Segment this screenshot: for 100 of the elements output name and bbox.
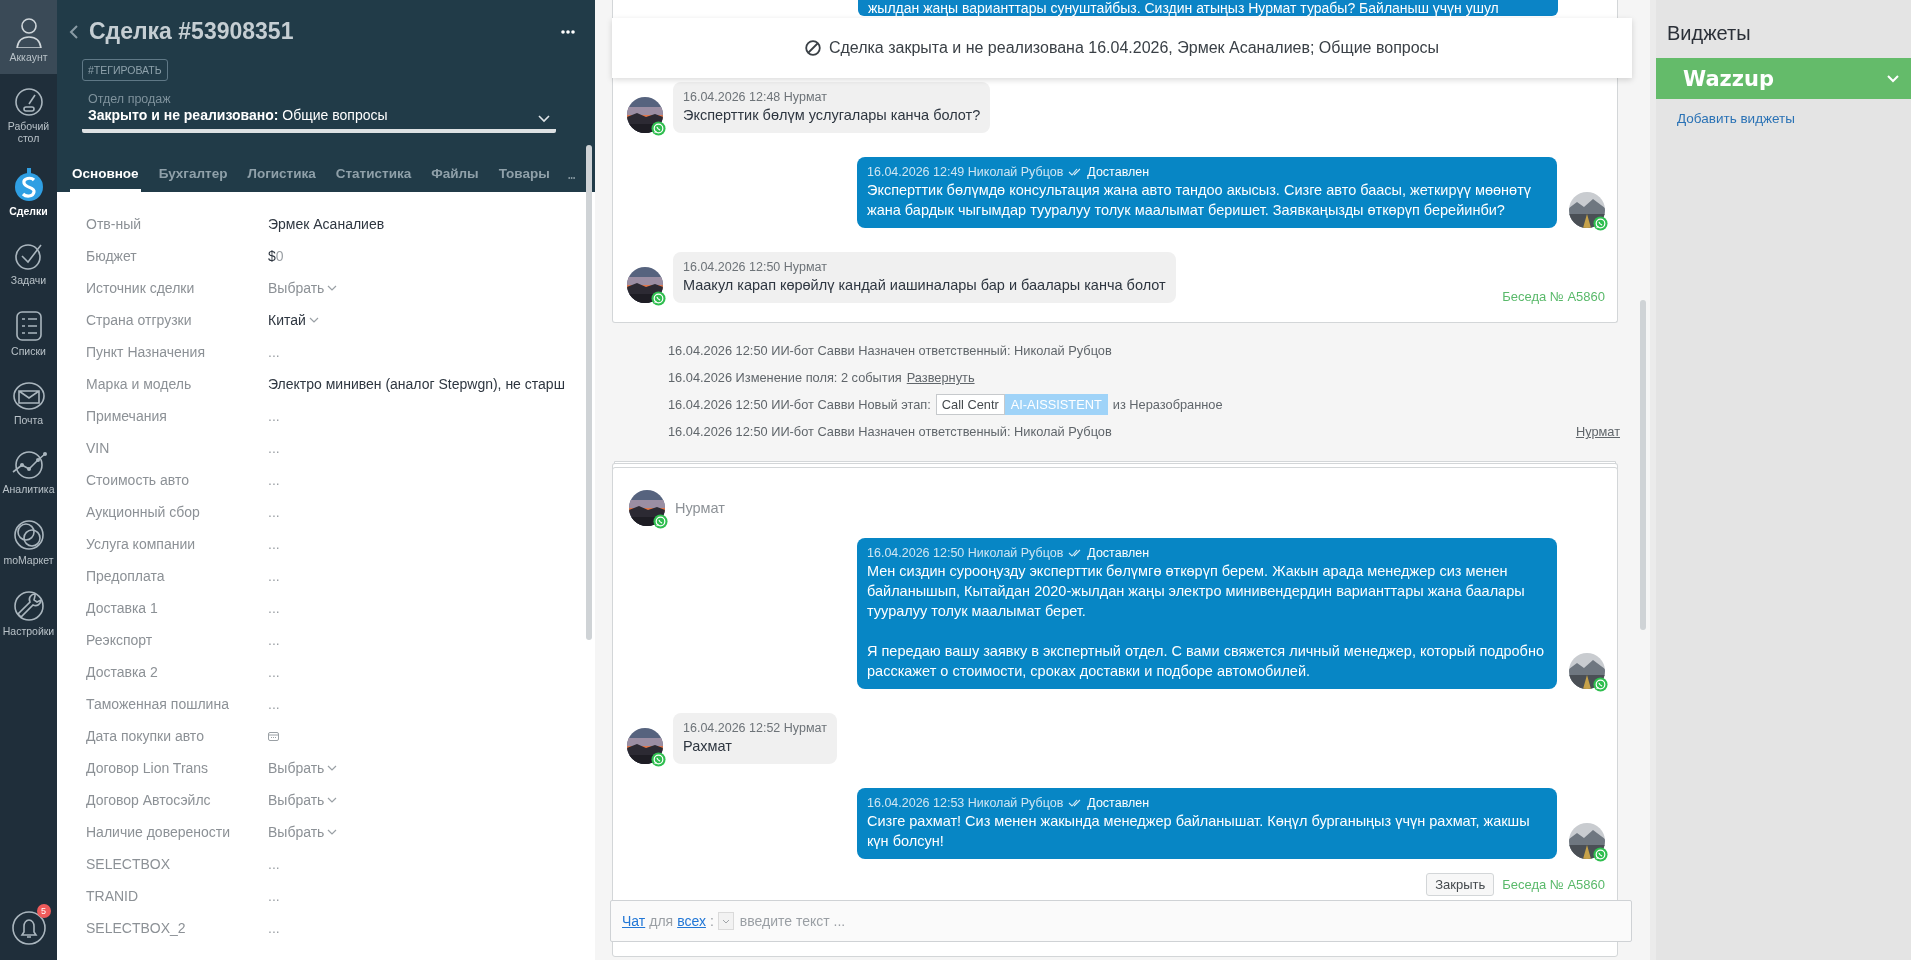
calendar-icon[interactable] bbox=[268, 731, 279, 741]
deal-title: Сделка #53908351 bbox=[89, 18, 295, 45]
field-label: Бюджет bbox=[86, 248, 138, 264]
message-text: Сизге рахмат! Сиз менен жакында менеджер байланышат. Көңүл бурганыңыз үчүн рахмат, жакшы күн болсун! bbox=[867, 812, 1531, 851]
tab[interactable]: Товары bbox=[496, 166, 552, 192]
message-bubble: жылдан жаңы варианттары сунуштайбыз. Сиздин атыңыз Нурмат турабы? Байланыш үчүн ушул bbox=[858, 0, 1558, 16]
caret-icon bbox=[1887, 74, 1899, 83]
nav-item[interactable]: moМаркет bbox=[0, 506, 57, 577]
message-field[interactable]: Чат для всех : введите текст ... bbox=[610, 900, 1632, 942]
field-label: Марка и модель bbox=[86, 376, 193, 392]
field-label: Страна отгрузки bbox=[86, 312, 193, 328]
contact-link[interactable]: Нурмат bbox=[1575, 424, 1620, 439]
nav-item[interactable]: Списки bbox=[0, 297, 57, 368]
notification-badge: 5 bbox=[36, 904, 51, 918]
field-value: Эрмек Асаналиев bbox=[268, 216, 385, 232]
field-value: ... bbox=[268, 920, 280, 936]
expand-link[interactable]: Развернуть bbox=[906, 370, 975, 385]
banner-text: Сделка закрыта и не реализована 16.04.2026, Эрмек Асаналиев; Общие вопросы bbox=[828, 39, 1440, 57]
chat-badge-icon bbox=[1593, 847, 1608, 862]
scrollbar[interactable] bbox=[1640, 300, 1646, 630]
double-check-icon bbox=[1068, 549, 1083, 557]
nav-item[interactable]: Задачи bbox=[0, 228, 57, 297]
circles-icon bbox=[12, 519, 45, 551]
chat-badge-icon bbox=[651, 291, 666, 306]
select-field[interactable]: Китай bbox=[268, 312, 319, 328]
select-field[interactable]: Выбрать bbox=[268, 280, 338, 296]
stage-tag: Call Centr bbox=[935, 394, 1005, 415]
scrollbar[interactable] bbox=[586, 145, 592, 640]
nav-item[interactable]: Настройки bbox=[0, 577, 57, 648]
more-icon[interactable] bbox=[561, 29, 575, 34]
panel-title: Виджеты bbox=[1666, 21, 1752, 45]
event-text: 16.04.2026 12:50 ИИ-бот Савви Назначен ответственный: Николай Рубцов bbox=[668, 424, 1112, 439]
event-text: из Неразобранное bbox=[1112, 397, 1223, 412]
nav-item[interactable]: Почта bbox=[0, 368, 57, 437]
conversation-label: Беседа № A5860 bbox=[1502, 877, 1605, 892]
tab[interactable]: Бухгалтер bbox=[156, 166, 230, 192]
message-text: Эксперттик бөлүм услугалары канча болот? bbox=[683, 106, 981, 125]
composer-label: для bbox=[649, 913, 674, 929]
close-button[interactable]: Закрыть bbox=[1426, 873, 1495, 896]
message-meta: 16.04.2026 12:50 Николай Рубцов bbox=[867, 545, 1064, 561]
nav-item[interactable]: Сделки bbox=[0, 155, 57, 228]
chat-badge-icon bbox=[651, 121, 666, 136]
composer-label: : bbox=[709, 913, 714, 929]
select-field[interactable]: Выбрать bbox=[268, 760, 338, 776]
double-check-icon bbox=[1068, 168, 1083, 176]
field-label: SELECTBOX_2 bbox=[86, 920, 187, 936]
back-icon[interactable] bbox=[69, 24, 79, 39]
tag-button[interactable]: #ТЕГИРОВАТЬ bbox=[82, 59, 168, 81]
message-meta: 16.04.2026 12:52 Нурмат bbox=[683, 720, 827, 736]
contact-name: Нурмат bbox=[675, 500, 725, 516]
field-label: Отв-ный bbox=[86, 216, 142, 232]
field-label: Примечания bbox=[86, 408, 168, 424]
tab[interactable]: Логистика bbox=[245, 166, 318, 192]
caret-icon bbox=[538, 115, 550, 123]
field-value: ... bbox=[268, 600, 280, 616]
nav-item[interactable]: Аккаунт bbox=[0, 0, 57, 74]
field-label: Реэкспорт bbox=[86, 632, 154, 648]
caret-icon bbox=[327, 797, 338, 803]
recipient-link[interactable]: всех bbox=[677, 913, 706, 929]
tab[interactable]: Статистика bbox=[333, 166, 414, 192]
check-circle-icon bbox=[13, 241, 44, 271]
field-label: Услуга компании bbox=[86, 536, 197, 552]
field-label: Пункт Назначения bbox=[86, 344, 206, 360]
delivery-status: Доставлен bbox=[1087, 545, 1150, 561]
field-value: ... bbox=[268, 568, 280, 584]
field-label: Стоимость авто bbox=[86, 472, 190, 488]
message-text: Мен сиздин сурооңузду эксперттик бөлүмгө өткөрүп берем. Жакын арада менеджер сиз менен байланышып, Кытайдан 2020-жылдан жаңы электро минивендердин варианттары жана баалары тууралуу толук маалымат берет. Я передаю вашу заявку в экспертный отдел. С вами свяжется личный менеджер, который подробно расскажет о стоимости, сроках доставки и подборе автомобилей. bbox=[867, 562, 1545, 681]
field-label: VIN bbox=[86, 440, 111, 456]
tab[interactable]: Основное bbox=[70, 166, 141, 192]
message-meta: 16.04.2026 12:50 Нурмат bbox=[683, 259, 827, 275]
message-text: Эксперттик бөлүмдө консультация жана авто тандоо акысыз. Сизге авто баасы, жеткирүү мөөнөтү жана бардык чыгымдар тууралуу толук маалымат беришет. Заявкаңызды өткөрүп берейинби? bbox=[867, 181, 1533, 220]
add-widgets-link[interactable]: Добавить виджеты bbox=[1677, 111, 1795, 126]
blocked-icon bbox=[804, 40, 821, 56]
field-value: $0 bbox=[268, 248, 284, 264]
field-label: TRANID bbox=[86, 888, 140, 904]
list-icon bbox=[13, 310, 44, 342]
nav-item[interactable]: Рабочий стол bbox=[0, 74, 57, 155]
field-label: SELECTBOX bbox=[86, 856, 172, 872]
event-text: 16.04.2026 Изменение поля: 2 события bbox=[668, 370, 902, 385]
field-label: Источник сделки bbox=[86, 280, 196, 296]
select-field[interactable]: Выбрать bbox=[268, 824, 338, 840]
chat-mode-link[interactable]: Чат bbox=[622, 913, 646, 929]
chat-badge-icon bbox=[651, 752, 666, 767]
nav-item[interactable]: Аналитика bbox=[0, 437, 57, 506]
select-field[interactable]: Выбрать bbox=[268, 792, 338, 808]
field-value: ... bbox=[268, 344, 280, 360]
message-meta: 16.04.2026 12:48 Нурмат bbox=[683, 89, 827, 105]
field-label: Дата покупки авто bbox=[86, 728, 205, 744]
field-value: ... bbox=[268, 440, 280, 456]
bell-icon[interactable] bbox=[10, 910, 47, 946]
message-meta: 16.04.2026 12:53 Николай Рубцов bbox=[867, 795, 1064, 811]
conversation-label: Беседа № A5860 bbox=[1502, 289, 1605, 304]
caret-icon bbox=[308, 317, 319, 323]
field-value: ... bbox=[268, 408, 280, 424]
field-label: Наличие доверености bbox=[86, 824, 232, 840]
caret-icon bbox=[327, 285, 338, 291]
field-label: Доставка 2 bbox=[86, 664, 159, 680]
delivery-status: Доставлен bbox=[1087, 164, 1150, 180]
status-dropdown[interactable]: Отдел продаж Закрыто и не реализовано: Общие вопросы bbox=[82, 91, 556, 133]
tab[interactable]: Файлы bbox=[429, 166, 481, 192]
